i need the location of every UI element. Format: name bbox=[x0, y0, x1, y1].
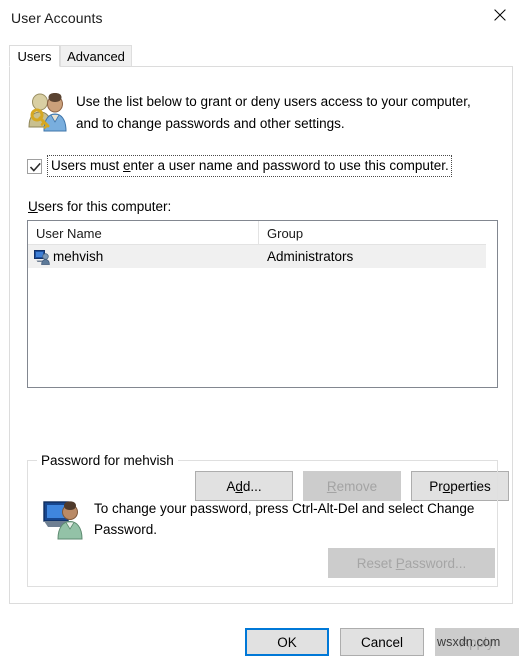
cell-group: Administrators bbox=[259, 245, 486, 268]
tab-advanced[interactable]: Advanced bbox=[60, 45, 132, 67]
cell-user-name: mehvish bbox=[28, 245, 259, 268]
tab-strip: Users Advanced bbox=[9, 45, 513, 68]
watermark: wsxdn.com bbox=[437, 635, 501, 649]
require-password-checkbox-row[interactable]: Users must enter a user name and passwor… bbox=[27, 155, 452, 177]
require-password-checkbox[interactable] bbox=[27, 158, 42, 174]
checkmark-icon bbox=[29, 162, 41, 172]
users-list-label: Users for this computer: bbox=[28, 199, 171, 214]
ok-button[interactable]: OK bbox=[245, 628, 329, 656]
cancel-button-label: Cancel bbox=[360, 634, 404, 650]
ok-button-label: OK bbox=[277, 634, 297, 650]
users-list-label-text: sers for this computer: bbox=[37, 199, 172, 214]
close-icon bbox=[493, 9, 506, 21]
intro-description: Use the list below to grant or deny user… bbox=[76, 94, 471, 131]
column-header-user-name-label: User Name bbox=[36, 225, 102, 241]
password-instructions: To change your password, press Ctrl-Alt-… bbox=[94, 501, 475, 537]
users-list-label-accesskey: U bbox=[28, 199, 38, 214]
checkbox-label-accesskey: e bbox=[123, 158, 131, 173]
users-list-view[interactable]: User Name Group mehvish Administrators bbox=[27, 220, 498, 388]
window-title: User Accounts bbox=[11, 10, 103, 26]
users-tab-panel: Use the list below to grant or deny user… bbox=[9, 66, 513, 604]
checkbox-label-part2: nter a user name and password to use thi… bbox=[130, 158, 449, 173]
users-list-header: User Name Group bbox=[28, 221, 486, 245]
reset-password-button-label: Reset Password... bbox=[356, 555, 467, 571]
tab-users-label: Users bbox=[17, 48, 52, 64]
title-bar: User Accounts bbox=[0, 0, 522, 38]
tab-advanced-label: Advanced bbox=[67, 48, 125, 64]
column-header-user-name[interactable]: User Name bbox=[28, 221, 259, 245]
cell-group-text: Administrators bbox=[267, 249, 354, 264]
checkbox-label-part1: Users must bbox=[51, 158, 124, 173]
close-button[interactable] bbox=[477, 0, 522, 30]
password-group-legend: Password for mehvish bbox=[37, 453, 178, 468]
cancel-button[interactable]: Cancel bbox=[340, 628, 424, 656]
cell-user-name-text: mehvish bbox=[53, 249, 104, 264]
users-with-key-icon bbox=[24, 89, 72, 137]
user-account-icon bbox=[34, 249, 50, 265]
column-header-group-label: Group bbox=[267, 225, 304, 241]
require-password-checkbox-label: Users must enter a user name and passwor… bbox=[47, 155, 452, 177]
tab-users[interactable]: Users bbox=[9, 45, 60, 67]
table-row[interactable]: mehvish Administrators bbox=[28, 245, 486, 268]
reset-password-button: Reset Password... bbox=[328, 548, 495, 578]
column-header-group[interactable]: Group bbox=[259, 221, 486, 245]
user-account-icon bbox=[42, 496, 86, 540]
